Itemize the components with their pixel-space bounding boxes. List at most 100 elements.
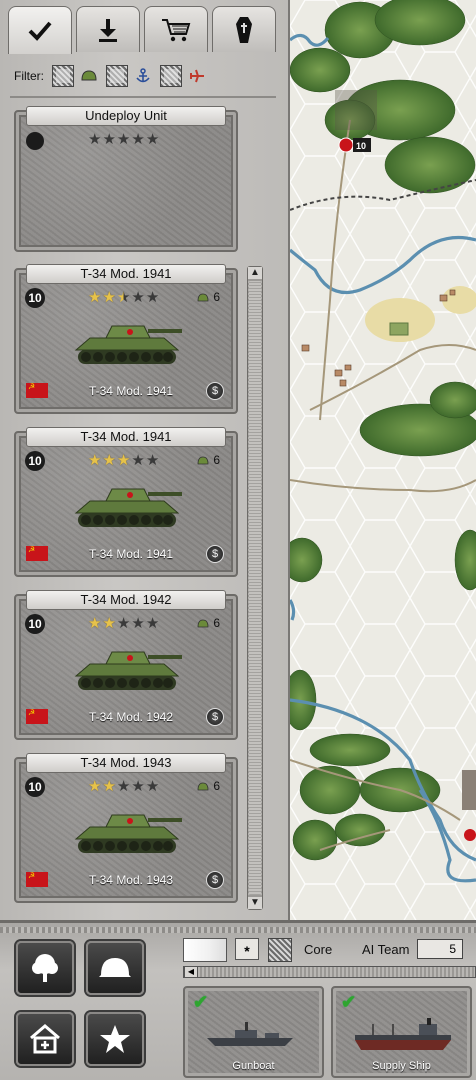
empty-level-badge — [26, 132, 44, 150]
ship-image — [353, 1018, 453, 1057]
ship-image — [205, 1018, 295, 1053]
unit-card[interactable]: T-34 Mod. 1941 10 ★★★★★ 6 T-34 Mod. 1941… — [14, 264, 238, 414]
unit-name-caption: T-34 Mod. 1943 — [88, 873, 174, 887]
ammo-count: 6 — [213, 290, 220, 304]
house-plus-icon — [30, 1024, 60, 1054]
star-icon: ★ — [131, 615, 145, 632]
unit-name-caption: T-34 Mod. 1942 — [88, 710, 174, 724]
star-icon: ★ — [88, 615, 102, 632]
ammo-count: 6 — [213, 616, 220, 630]
level-badge: 10 — [25, 288, 45, 308]
helmet-icon — [197, 782, 209, 790]
hex-map[interactable]: 10 — [290, 0, 476, 920]
star-icon: ★ — [102, 615, 116, 632]
star-icon: ★ — [145, 615, 160, 632]
unit-list-scrollbar[interactable]: ▲ ▼ — [247, 266, 263, 910]
card-title: T-34 Mod. 1943 — [26, 753, 226, 773]
map-terrain: 10 — [290, 0, 476, 920]
asterisk-button[interactable]: * — [235, 938, 259, 960]
core-checkbox[interactable] — [268, 938, 292, 962]
helmet-icon — [78, 65, 100, 87]
unit-scroll-slider[interactable]: ◀ — [183, 966, 476, 978]
color-swatch[interactable] — [183, 938, 227, 962]
map-unit-level: 10 — [356, 141, 366, 151]
selected-check-icon: ✔ — [341, 992, 357, 1012]
star-icon: ★ — [131, 778, 145, 795]
star-rating: ★ ★ ★ ★ ★ — [88, 779, 159, 794]
filter-naval-checkbox[interactable] — [106, 65, 128, 87]
undeploy-unit-card[interactable]: Undeploy Unit ★ ★ ★ ★ ★ — [14, 106, 238, 252]
unit-card[interactable]: T-34 Mod. 1942 10 ★★★★★ 6 T-34 Mod. 1942… — [14, 590, 238, 740]
star-icon: ★ — [145, 289, 160, 306]
star-icon: ★ — [131, 289, 145, 306]
star-icon: ★ — [88, 289, 102, 306]
level-badge: 10 — [25, 451, 45, 471]
terrain-tree-button[interactable] — [16, 941, 74, 995]
tank-image — [72, 318, 182, 370]
shopping-cart-icon — [162, 18, 191, 41]
unit-panel: Filter: Undeploy Unit ★ ★ ★ ★ ★ T-34 Mod. 19… — [0, 0, 290, 920]
star-icon: ★ — [88, 778, 102, 795]
scroll-up-arrow-icon[interactable]: ▲ — [248, 267, 262, 279]
download-icon — [99, 18, 117, 42]
dollar-coin-icon[interactable]: $ — [206, 708, 224, 726]
slider-left-arrow-icon[interactable]: ◀ — [184, 966, 198, 978]
ammo-count: 6 — [213, 779, 220, 793]
ai-team-label: AI Team — [362, 942, 410, 957]
level-badge: 10 — [25, 614, 45, 634]
soviet-flag-icon — [26, 708, 48, 724]
panel-divider — [10, 96, 276, 98]
tank-image — [72, 481, 182, 533]
star-icon: ★ — [116, 289, 131, 306]
tab-purchase[interactable] — [144, 6, 208, 52]
star-icon: ★ — [102, 778, 116, 795]
filter-air-checkbox[interactable] — [160, 65, 182, 87]
star-icon: ★ — [116, 452, 131, 469]
unit-card[interactable]: T-34 Mod. 1943 10 ★★★★★ 6 T-34 Mod. 1943… — [14, 753, 238, 903]
star-rating: ★ ★ ★ ★ ★ — [88, 616, 159, 631]
star-icon: ★ — [102, 289, 116, 306]
dollar-coin-icon[interactable]: $ — [206, 871, 224, 889]
star-icon: ★ — [102, 452, 116, 469]
helmet-icon — [197, 456, 209, 464]
helmet-icon — [99, 958, 131, 977]
tab-deploy[interactable] — [8, 6, 72, 54]
unit-card[interactable]: T-34 Mod. 1941 10 ★★★★★ 6 T-34 Mod. 1941… — [14, 427, 238, 577]
scroll-thumb[interactable] — [249, 281, 261, 895]
card-title: T-34 Mod. 1941 — [26, 427, 226, 447]
dollar-coin-icon[interactable]: $ — [206, 545, 224, 563]
anchor-icon — [132, 65, 154, 87]
tree-icon — [32, 954, 58, 982]
soviet-flag-icon — [26, 871, 48, 887]
plane-icon — [186, 65, 208, 87]
filter-ground-checkbox[interactable] — [52, 65, 74, 87]
dollar-coin-icon[interactable]: $ — [206, 382, 224, 400]
ammo-indicator: 6 — [197, 616, 220, 630]
card-title: T-34 Mod. 1941 — [26, 264, 226, 284]
level-badge: 10 — [25, 777, 45, 797]
add-building-button[interactable] — [16, 1012, 74, 1066]
card-title: T-34 Mod. 1942 — [26, 590, 226, 610]
selected-check-icon: ✔ — [193, 992, 209, 1012]
helmet-icon — [197, 619, 209, 627]
unit-helmet-button[interactable] — [86, 941, 144, 995]
star-icon — [100, 1025, 130, 1053]
scroll-down-arrow-icon[interactable]: ▼ — [248, 897, 262, 909]
tab-download[interactable] — [76, 6, 140, 52]
naval-unit-card[interactable]: ✔ Supply Ship — [331, 986, 472, 1078]
star-icon: ★ — [131, 452, 145, 469]
tank-image — [72, 644, 182, 696]
filter-row: Filter: — [14, 64, 214, 88]
star-icon: ★ — [116, 778, 131, 795]
ammo-indicator: 6 — [197, 779, 220, 793]
tab-graveyard[interactable] — [212, 6, 276, 52]
victory-star-button[interactable] — [86, 1012, 144, 1066]
coffin-icon — [236, 16, 252, 43]
star-icon: ★ — [145, 778, 160, 795]
core-label: Core — [304, 942, 333, 957]
naval-unit-card[interactable]: ✔ Gunboat — [183, 986, 324, 1078]
bar-rail — [0, 927, 476, 933]
soviet-flag-icon — [26, 382, 48, 398]
ai-team-input[interactable]: 5 — [417, 939, 463, 959]
helmet-icon — [197, 293, 209, 301]
